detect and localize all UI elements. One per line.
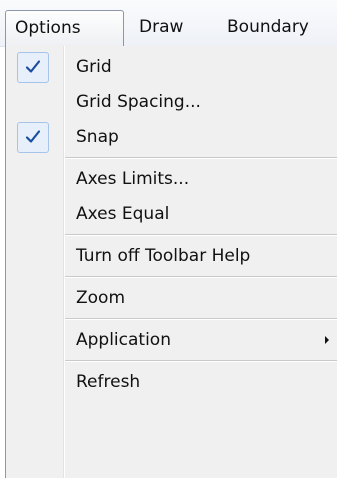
menu-item-label: Application <box>76 330 171 350</box>
menu-item-snap[interactable]: Snap <box>6 120 337 155</box>
menu-item-grid[interactable]: Grid <box>6 50 337 85</box>
menu-item-turn-off-toolbar-help[interactable]: Turn off Toolbar Help <box>6 239 337 274</box>
menu-separator <box>65 234 337 236</box>
menu-item-label: Grid Spacing... <box>76 92 201 112</box>
menu-draw[interactable]: Draw <box>139 11 183 43</box>
menu-separator <box>65 318 337 320</box>
menu-boundary[interactable]: Boundary <box>227 11 309 43</box>
menu-item-axes-equal[interactable]: Axes Equal <box>6 197 337 232</box>
menu-item-label: Axes Equal <box>76 204 170 224</box>
check-icon <box>17 52 49 83</box>
menu-options[interactable]: Options <box>5 10 124 46</box>
menu-bar: Options Draw Boundary <box>0 0 337 47</box>
menu-item-label: Zoom <box>76 288 126 308</box>
menu-item-refresh[interactable]: Refresh <box>6 365 337 400</box>
menu-item-label: Grid <box>76 57 112 77</box>
menu-separator <box>65 360 337 362</box>
menu-separator <box>65 276 337 278</box>
menu-item-label: Refresh <box>76 372 141 392</box>
menu-item-application[interactable]: Application <box>6 323 337 358</box>
menu-item-axes-limits[interactable]: Axes Limits... <box>6 162 337 197</box>
menu-item-label: Turn off Toolbar Help <box>76 246 251 266</box>
menu-item-label: Axes Limits... <box>76 169 190 189</box>
menu-item-grid-spacing[interactable]: Grid Spacing... <box>6 85 337 120</box>
check-icon <box>17 122 49 153</box>
menu-item-zoom[interactable]: Zoom <box>6 281 337 316</box>
menu-separator <box>65 157 337 159</box>
options-dropdown-menu: Grid Grid Spacing... Snap Axes Limits...… <box>5 46 337 478</box>
submenu-arrow-icon <box>325 336 329 344</box>
menu-item-label: Snap <box>76 127 119 147</box>
